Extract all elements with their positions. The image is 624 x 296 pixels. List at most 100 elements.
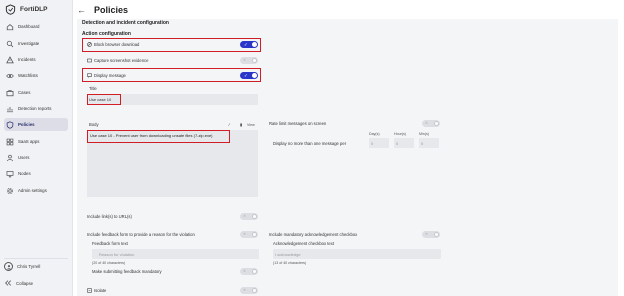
acknowledgement-char-count: (13 of 40 characters): [273, 261, 307, 265]
section-detection-config[interactable]: Detection and incident configuration: [82, 20, 169, 26]
check-icon: ✓: [244, 72, 248, 78]
collapse-button[interactable]: Collapse: [4, 279, 33, 287]
capture-screenshot-label: Capture screenshot evidence: [94, 58, 149, 63]
block-browser-download-label: Block browser download: [94, 42, 140, 47]
view-button[interactable]: View: [247, 123, 255, 127]
hours-input[interactable]: 0: [394, 138, 414, 148]
include-feedback-toggle[interactable]: ✕: [240, 231, 258, 238]
sidebar-item-detection-reports[interactable]: Detection reports: [4, 102, 68, 115]
sidebar-item-admin-settings[interactable]: Admin settings: [4, 184, 68, 197]
user-icon: [6, 264, 11, 269]
edit-icon[interactable]: ∕: [229, 122, 230, 127]
monitor-icon: [6, 170, 14, 177]
sidebar-item-watchlists[interactable]: Watchlists: [4, 69, 68, 82]
warning-icon: [6, 55, 14, 63]
page-header: ← Policies: [72, 0, 624, 19]
x-icon: ✕: [243, 213, 247, 218]
acknowledgement-toggle[interactable]: ✕: [422, 231, 440, 238]
isolate-icon: [87, 288, 92, 293]
sidebar-item-investigate[interactable]: Investigate: [4, 37, 68, 50]
x-icon: ✕: [425, 231, 429, 236]
search-icon: [6, 40, 14, 47]
acknowledgement-text-input[interactable]: I acknowledge: [273, 249, 441, 259]
sidebar-item-dashboard[interactable]: Dashboard: [4, 20, 68, 33]
briefcase-icon: [6, 89, 14, 96]
block-browser-download-toggle[interactable]: ✓: [240, 41, 258, 48]
message-title-label: Title: [89, 86, 97, 91]
app-name: FortiDLP: [20, 6, 48, 13]
sidebar-item-label: Policies: [18, 122, 35, 127]
sidebar: FortiDLP Dashboard Investigate Incidents…: [0, 0, 73, 296]
user-menu[interactable]: Chris Tyrrell: [4, 262, 40, 271]
sidebar-item-label: Admin settings: [18, 188, 47, 193]
include-feedback-label: Include feedback form to provide a reaso…: [87, 232, 195, 237]
highlight-body: [87, 130, 230, 143]
policy-form: Detection and incident configuration Act…: [77, 19, 618, 296]
hours-label: Hour(s): [394, 132, 406, 136]
fortidlp-logo-icon: [5, 4, 16, 15]
block-icon: [87, 42, 92, 47]
rate-limit-desc: Display no more than one message per: [273, 141, 347, 146]
x-icon: ✕: [425, 120, 429, 125]
feedback-mandatory-toggle[interactable]: ✕: [240, 268, 258, 275]
double-chevron-left-icon: [5, 280, 12, 286]
acknowledgement-placeholder: I acknowledge: [275, 251, 301, 257]
sidebar-item-policies[interactable]: Policies: [4, 118, 68, 131]
days-input[interactable]: 0: [369, 138, 389, 148]
mins-input[interactable]: 0: [419, 138, 439, 148]
preview-icon[interactable]: ▮: [240, 122, 242, 127]
feedback-form-placeholder: Reason for violation: [99, 251, 135, 257]
sidebar-item-label: Nodes: [18, 171, 31, 176]
acknowledgement-label: Include mandatory acknowledgement checkb…: [269, 232, 358, 237]
message-body-label: Body: [89, 122, 99, 127]
sidebar-divider: [4, 258, 68, 259]
feedback-form-text-input[interactable]: Reason for violation: [92, 249, 259, 259]
mins-label: Min(s): [419, 132, 429, 136]
avatar: [4, 262, 13, 271]
eye-icon: [6, 73, 14, 78]
highlight-title: [87, 94, 121, 105]
sidebar-item-label: Watchlists: [18, 73, 38, 78]
chart-icon: [6, 106, 14, 112]
feedback-char-count: (20 of 40 characters): [92, 261, 126, 265]
x-icon: ✕: [243, 287, 247, 292]
gear-icon: [6, 187, 14, 194]
isolate-label: Isolate: [94, 288, 107, 293]
hours-value: 0: [396, 140, 399, 146]
sidebar-item-nodes[interactable]: Nodes: [4, 167, 68, 180]
display-message-toggle[interactable]: ✓: [240, 72, 258, 79]
x-icon: ✕: [243, 268, 247, 273]
display-message-label: Display message: [94, 73, 126, 78]
shield-icon: [6, 120, 14, 129]
grid-icon: [6, 138, 14, 145]
back-arrow-icon[interactable]: ←: [77, 5, 86, 15]
capture-screenshot-toggle[interactable]: ✕: [240, 57, 258, 64]
days-value: 0: [371, 140, 374, 146]
sidebar-item-label: Investigate: [18, 41, 40, 46]
user-name: Chris Tyrrell: [17, 264, 41, 269]
section-action-config[interactable]: Action configuration: [82, 31, 131, 37]
sidebar-item-label: Detection reports: [18, 106, 52, 111]
sidebar-item-label: Users: [18, 155, 30, 160]
days-label: Day(s): [369, 132, 380, 136]
acknowledgement-text-label: Acknowledgement checkbox text: [273, 241, 334, 246]
mins-value: 0: [421, 140, 424, 146]
feedback-mandatory-label: Make submitting feedback mandatory: [92, 269, 162, 274]
check-icon: ✓: [244, 41, 248, 47]
isolate-toggle[interactable]: ✕: [240, 287, 258, 294]
message-icon: [87, 73, 92, 78]
sidebar-item-label: SaaS apps: [18, 139, 40, 144]
include-links-label: Include link(s) to URL(s): [87, 214, 132, 219]
rate-limit-toggle[interactable]: ✕: [422, 120, 440, 127]
brand[interactable]: FortiDLP: [5, 4, 47, 15]
include-links-toggle[interactable]: ✕: [240, 213, 258, 220]
sidebar-item-users[interactable]: Users: [4, 151, 68, 164]
sidebar-item-incidents[interactable]: Incidents: [4, 53, 68, 66]
dashboard-icon: [6, 23, 14, 30]
sidebar-item-saas-apps[interactable]: SaaS apps: [4, 135, 68, 148]
collapse-label: Collapse: [16, 280, 34, 286]
sidebar-item-cases[interactable]: Cases: [4, 86, 68, 99]
feedback-form-text-label: Feedback form text: [92, 241, 128, 246]
x-icon: ✕: [243, 231, 247, 236]
sidebar-item-label: Cases: [18, 90, 31, 95]
